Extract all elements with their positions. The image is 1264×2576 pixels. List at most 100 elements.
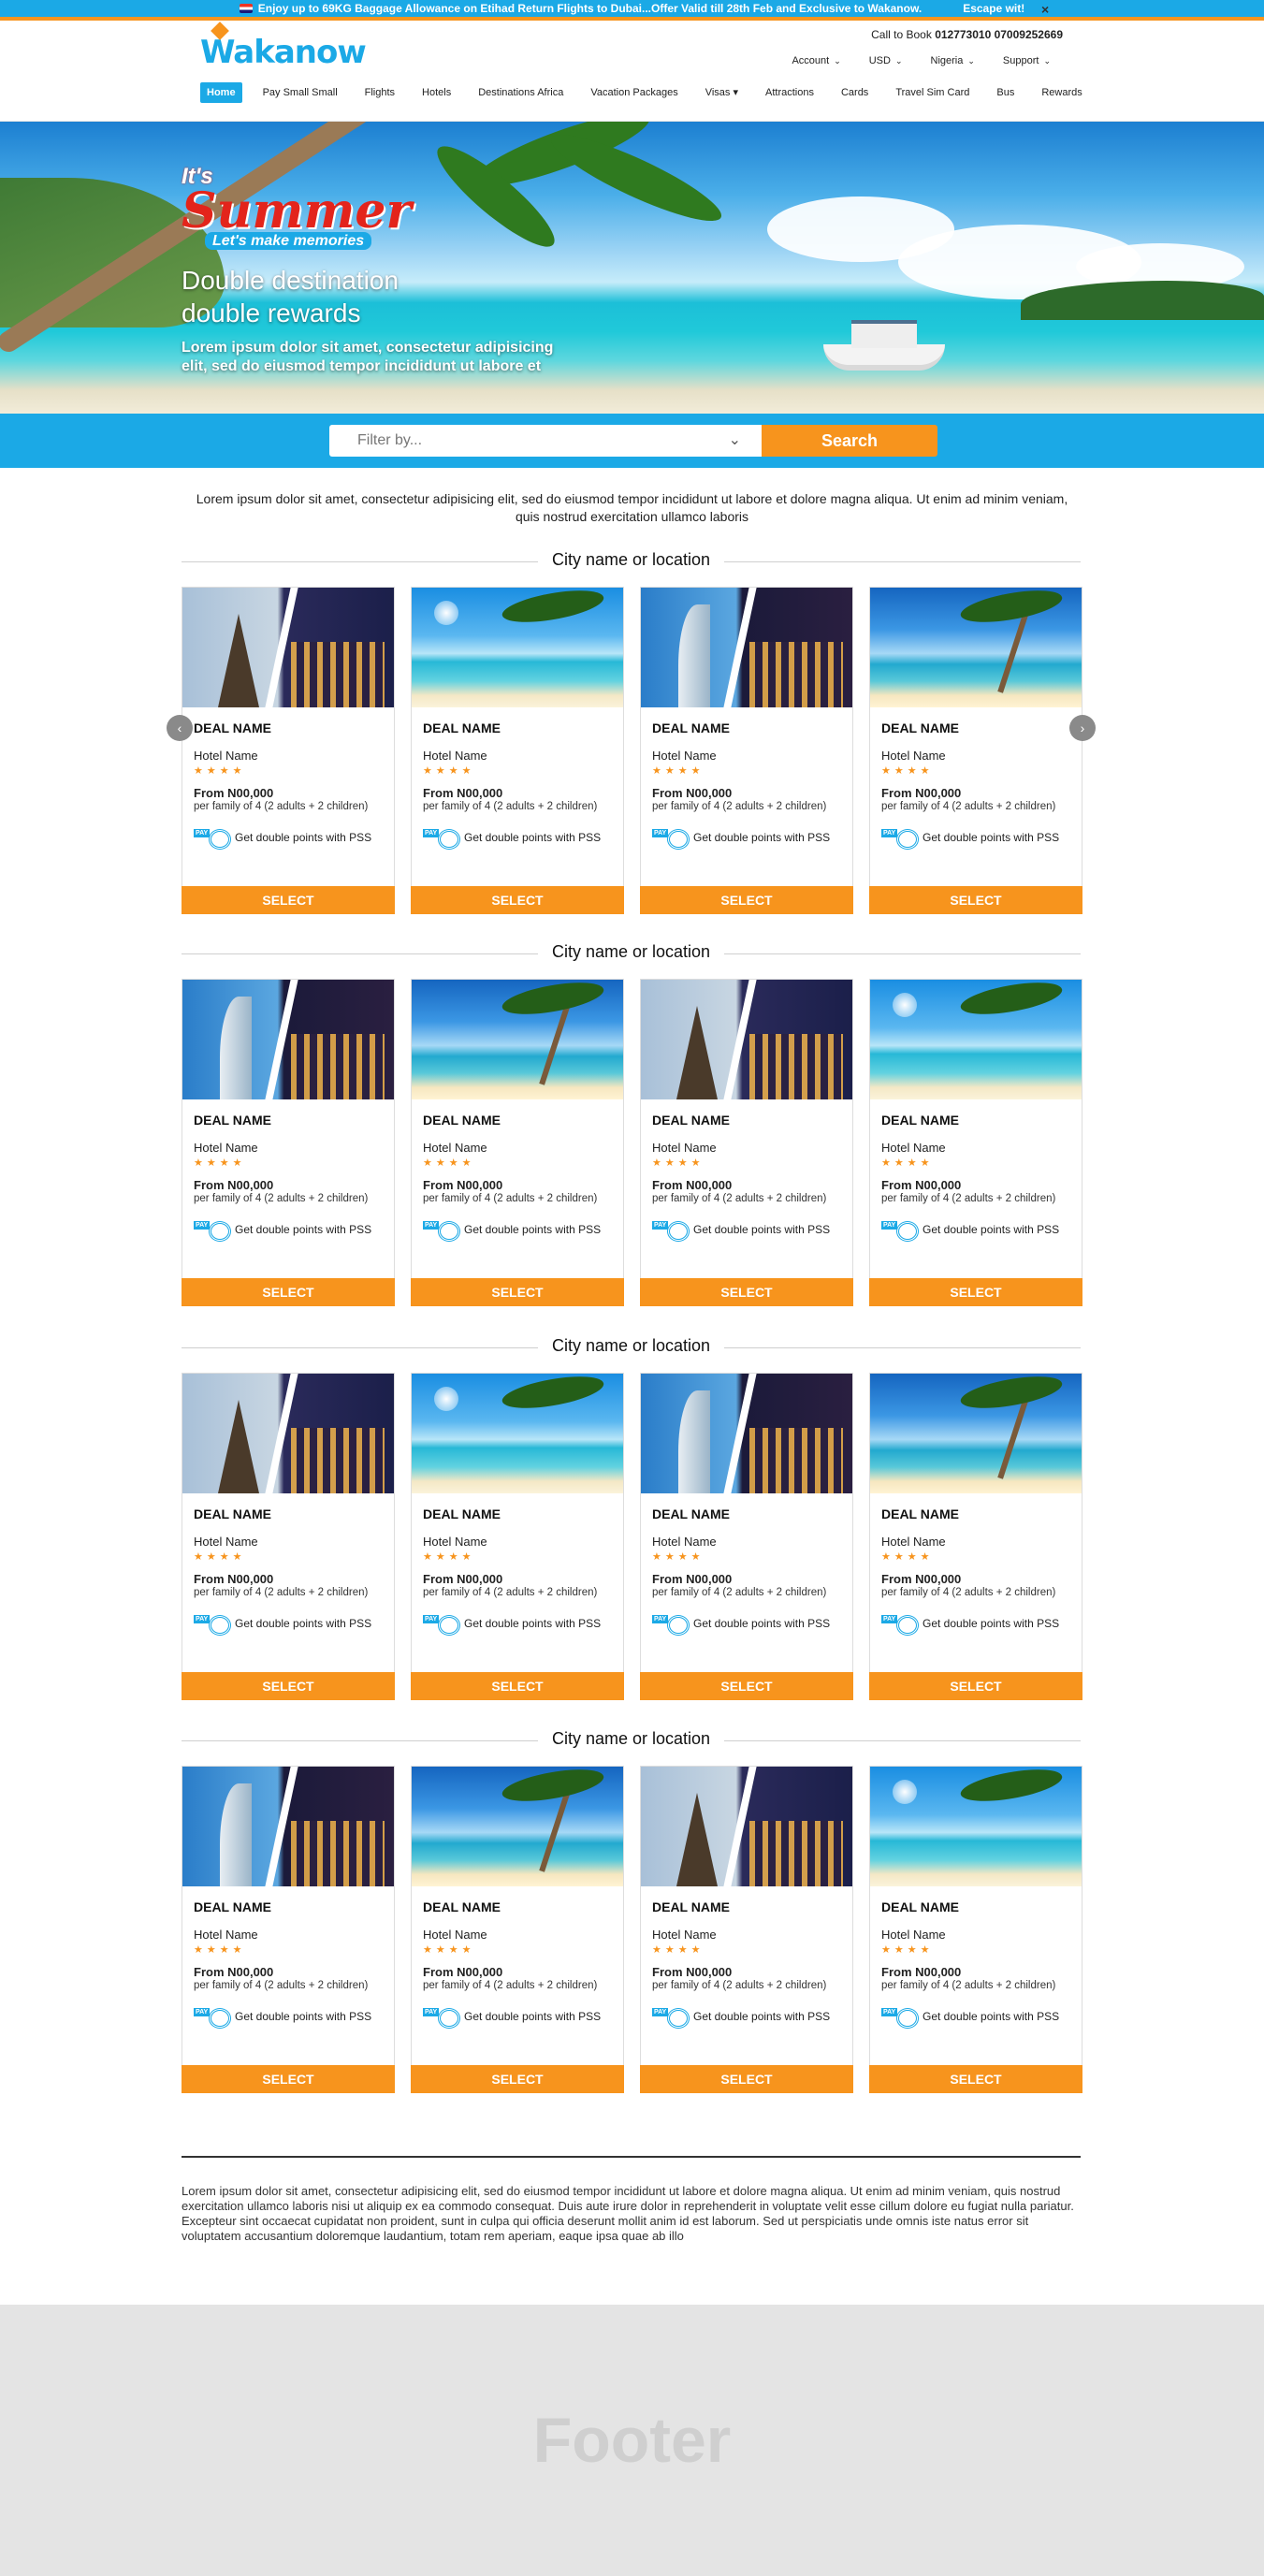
select-button[interactable]: SELECT xyxy=(869,2065,1082,2093)
deal-name[interactable]: DEAL NAME xyxy=(423,720,612,735)
select-button[interactable]: SELECT xyxy=(182,2065,395,2093)
nav-cards[interactable]: Cards xyxy=(835,82,875,103)
account-dropdown[interactable]: Account ⌄ xyxy=(792,55,840,66)
select-button[interactable]: SELECT xyxy=(411,1672,624,1700)
select-button[interactable]: SELECT xyxy=(411,886,624,914)
pss-icon xyxy=(881,1219,919,1242)
deal-name[interactable]: DEAL NAME xyxy=(423,1899,612,1914)
select-button[interactable]: SELECT xyxy=(640,1672,853,1700)
select-button[interactable]: SELECT xyxy=(640,2065,853,2093)
deal-name[interactable]: DEAL NAME xyxy=(881,720,1070,735)
star-rating: ★★★★ xyxy=(194,1551,246,1563)
deal-image[interactable] xyxy=(182,1767,394,1886)
pss-icon xyxy=(194,2006,231,2029)
select-button[interactable]: SELECT xyxy=(640,886,853,914)
deal-card[interactable]: DEAL NAME Hotel Name ★★★★ From N00,000 p… xyxy=(869,979,1082,1306)
deal-card[interactable]: DEAL NAME Hotel Name ★★★★ From N00,000 p… xyxy=(411,979,624,1306)
deal-card[interactable]: DEAL NAME Hotel Name ★★★★ From N00,000 p… xyxy=(182,979,395,1306)
deal-name[interactable]: DEAL NAME xyxy=(881,1899,1070,1914)
deal-image[interactable] xyxy=(412,1767,623,1886)
deal-name[interactable]: DEAL NAME xyxy=(194,1506,383,1521)
deal-card[interactable]: DEAL NAME Hotel Name ★★★★ From N00,000 p… xyxy=(869,587,1082,914)
deal-card[interactable]: DEAL NAME Hotel Name ★★★★ From N00,000 p… xyxy=(182,1373,395,1700)
deal-name[interactable]: DEAL NAME xyxy=(652,1113,841,1128)
deal-card[interactable]: DEAL NAME Hotel Name ★★★★ From N00,000 p… xyxy=(411,1373,624,1700)
currency-dropdown[interactable]: USD ⌄ xyxy=(869,55,903,66)
close-icon[interactable]: × xyxy=(1041,2,1049,17)
deal-image[interactable] xyxy=(182,1374,394,1493)
deal-image[interactable] xyxy=(870,588,1082,707)
select-button[interactable]: SELECT xyxy=(640,1278,853,1306)
deal-image[interactable] xyxy=(870,1767,1082,1886)
deal-card[interactable]: DEAL NAME Hotel Name ★★★★ From N00,000 p… xyxy=(640,587,853,914)
deal-card[interactable]: DEAL NAME Hotel Name ★★★★ From N00,000 p… xyxy=(640,979,853,1306)
deal-name[interactable]: DEAL NAME xyxy=(881,1113,1070,1128)
deal-image[interactable] xyxy=(870,980,1082,1099)
nav-travel-sim-card[interactable]: Travel Sim Card xyxy=(889,82,976,103)
deal-name[interactable]: DEAL NAME xyxy=(194,1899,383,1914)
pss-icon xyxy=(652,827,690,850)
promo-banner[interactable]: Enjoy up to 69KG Baggage Allowance on Et… xyxy=(0,0,1264,21)
select-button[interactable]: SELECT xyxy=(869,886,1082,914)
promo-text[interactable]: Enjoy up to 69KG Baggage Allowance on Et… xyxy=(258,2,922,15)
burj-al-arab xyxy=(678,1390,710,1493)
promo-escape-text[interactable]: Escape wit! xyxy=(963,2,1024,15)
price-note: per family of 4 (2 adults + 2 children) xyxy=(194,801,369,812)
deal-card[interactable]: DEAL NAME Hotel Name ★★★★ From N00,000 p… xyxy=(411,587,624,914)
search-button[interactable]: Search xyxy=(762,425,937,457)
filter-select[interactable]: Filter by... ⌄ xyxy=(329,425,762,457)
deal-card[interactable]: DEAL NAME Hotel Name ★★★★ From N00,000 p… xyxy=(182,1766,395,2093)
deal-image[interactable] xyxy=(182,588,394,707)
select-button[interactable]: SELECT xyxy=(411,2065,624,2093)
select-button[interactable]: SELECT xyxy=(869,1672,1082,1700)
nav-rewards[interactable]: Rewards xyxy=(1035,82,1088,103)
nav-home[interactable]: Home xyxy=(200,81,242,103)
select-button[interactable]: SELECT xyxy=(869,1278,1082,1306)
select-button[interactable]: SELECT xyxy=(182,886,395,914)
deal-card[interactable]: DEAL NAME Hotel Name ★★★★ From N00,000 p… xyxy=(640,1373,853,1700)
carousel-next-icon[interactable]: › xyxy=(1069,715,1096,741)
nav-visas[interactable]: Visas ▾ xyxy=(699,81,745,103)
nav-hotels[interactable]: Hotels xyxy=(415,82,458,103)
deal-card[interactable]: DEAL NAME Hotel Name ★★★★ From N00,000 p… xyxy=(182,587,395,914)
support-dropdown[interactable]: Support ⌄ xyxy=(1003,55,1051,66)
deal-image[interactable] xyxy=(641,588,852,707)
nav-attractions[interactable]: Attractions xyxy=(759,82,821,103)
deal-name[interactable]: DEAL NAME xyxy=(652,1506,841,1521)
nav-vacation-packages[interactable]: Vacation Packages xyxy=(584,82,684,103)
deal-name[interactable]: DEAL NAME xyxy=(423,1506,612,1521)
select-button[interactable]: SELECT xyxy=(182,1278,395,1306)
deal-image[interactable] xyxy=(641,1767,852,1886)
deal-image[interactable] xyxy=(641,1374,852,1493)
nav-pay-small-small[interactable]: Pay Small Small xyxy=(256,82,344,103)
country-dropdown[interactable]: Nigeria ⌄ xyxy=(931,55,975,66)
deal-image[interactable] xyxy=(182,980,394,1099)
carousel-prev-icon[interactable]: ‹ xyxy=(167,715,193,741)
nav-flights[interactable]: Flights xyxy=(358,82,401,103)
deal-name[interactable]: DEAL NAME xyxy=(194,720,383,735)
select-button[interactable]: SELECT xyxy=(182,1672,395,1700)
deal-image[interactable] xyxy=(412,1374,623,1493)
deal-image[interactable] xyxy=(412,980,623,1099)
nav-destinations-africa[interactable]: Destinations Africa xyxy=(472,82,570,103)
deal-card[interactable]: DEAL NAME Hotel Name ★★★★ From N00,000 p… xyxy=(869,1766,1082,2093)
deal-name[interactable]: DEAL NAME xyxy=(652,1899,841,1914)
nav-bus[interactable]: Bus xyxy=(990,82,1021,103)
deal-image[interactable] xyxy=(641,980,852,1099)
deal-name[interactable]: DEAL NAME xyxy=(881,1506,1070,1521)
callbook-numbers[interactable]: 012773010 07009252669 xyxy=(935,28,1063,41)
deal-name[interactable]: DEAL NAME xyxy=(652,720,841,735)
deal-image[interactable] xyxy=(870,1374,1082,1493)
hero-subtitle: Lorem ipsum dolor sit amet, consectetur … xyxy=(182,340,554,374)
deal-card[interactable]: DEAL NAME Hotel Name ★★★★ From N00,000 p… xyxy=(640,1766,853,2093)
deal-card[interactable]: DEAL NAME Hotel Name ★★★★ From N00,000 p… xyxy=(411,1766,624,2093)
deal-name[interactable]: DEAL NAME xyxy=(194,1113,383,1128)
wakanow-logo[interactable]: Wakanow xyxy=(200,34,367,71)
deal-image[interactable] xyxy=(412,588,623,707)
deal-card[interactable]: DEAL NAME Hotel Name ★★★★ From N00,000 p… xyxy=(869,1373,1082,1700)
star-rating: ★★★★ xyxy=(423,765,475,777)
price-note: per family of 4 (2 adults + 2 children) xyxy=(423,801,598,812)
select-button[interactable]: SELECT xyxy=(411,1278,624,1306)
deal-name[interactable]: DEAL NAME xyxy=(423,1113,612,1128)
city-skyline xyxy=(749,1428,843,1493)
